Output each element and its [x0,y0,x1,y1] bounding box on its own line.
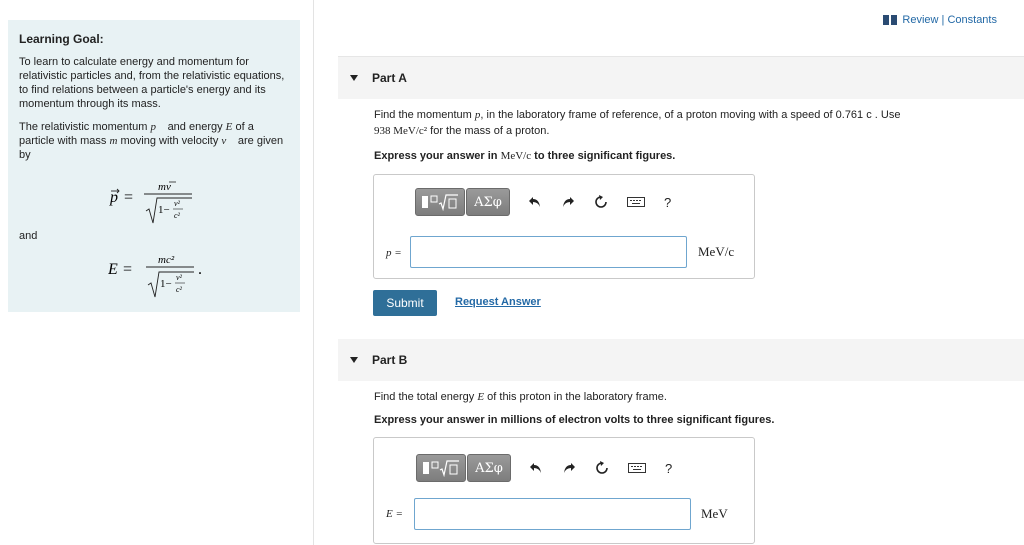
momentum-symbol: p⃗ [150,121,165,133]
velocity-symbol: v⃗ [221,135,235,147]
svg-text:c²: c² [174,211,181,220]
and-text: and [19,230,38,242]
mass-symbol: m [109,135,118,147]
energy-symbol: E [225,121,233,133]
svg-text:p: p [109,189,118,206]
reset-icon[interactable] [593,194,609,210]
svg-text:c²: c² [176,285,183,294]
svg-text:=: = [123,261,132,278]
part-b-instruction: Express your answer in millions of elect… [374,414,775,426]
energy-unit: MeV [701,506,728,521]
part-b-header[interactable]: Part B [338,339,1024,381]
templates-button[interactable] [415,188,465,216]
answer-label-e: E = [386,508,403,520]
panel-divider [313,0,314,545]
svg-text:1−: 1− [160,278,172,290]
part-b-answer-box: ΑΣφ ? E = MeV [373,437,755,544]
svg-text:v²: v² [174,199,181,208]
help-icon[interactable]: ? [664,195,671,210]
svg-text:1−: 1− [158,204,170,216]
part-a-question: Find the momentum p, in the laboratory f… [374,109,901,137]
svg-text:E: E [108,261,118,278]
collapse-triangle-icon[interactable] [350,357,358,363]
review-constants-label[interactable]: Review | Constants [902,14,997,26]
math-toolbar: ΑΣφ ? [415,188,671,216]
review-constants-link[interactable]: Review | Constants [883,14,997,26]
momentum-formula: p = mv 1− v² c² [109,181,192,224]
learning-goal-title: Learning Goal: [19,32,104,46]
part-b-question: Find the total energy E of this proton i… [374,391,667,403]
momentum-unit: MeV/c [698,244,735,259]
redo-icon[interactable] [560,194,576,210]
collapse-triangle-icon[interactable] [350,75,358,81]
part-a-answer-box: ΑΣφ ? p = MeV/c [373,174,755,279]
undo-icon[interactable] [527,194,543,210]
part-a-instruction: Express your answer in MeV/c to three si… [374,150,676,162]
submit-button[interactable]: Submit [373,290,437,316]
math-toolbar-b: ΑΣφ ? [416,454,672,482]
symbols-button-b[interactable]: ΑΣφ [467,454,511,482]
keyboard-icon[interactable] [627,460,647,476]
book-icon [883,15,898,25]
redo-icon[interactable] [561,460,577,476]
templates-button-b[interactable] [416,454,466,482]
learning-goal-definitions: The relativistic momentum p⃗ and energy … [19,121,284,161]
part-a-header[interactable]: Part A [338,57,1024,99]
part-a-title: Part A [372,71,407,85]
learning-goal-text: To learn to calculate energy and momentu… [19,56,285,110]
energy-answer-input[interactable] [414,498,691,530]
part-b-title: Part B [372,353,408,367]
undo-icon[interactable] [528,460,544,476]
svg-text:.: . [198,261,202,278]
energy-formula: E = mc² 1− v² c² . [108,254,202,298]
learning-goal-panel: Learning Goal: To learn to calculate ene… [8,20,300,312]
svg-text:mv: mv [158,181,171,193]
help-icon[interactable]: ? [665,461,672,476]
answer-label-p: p = [386,247,402,259]
momentum-answer-input[interactable] [410,236,687,268]
templates-icon [422,194,458,211]
reset-icon[interactable] [594,460,610,476]
svg-text:mc²: mc² [158,254,175,266]
symbols-button[interactable]: ΑΣφ [466,188,510,216]
templates-icon [423,460,459,477]
request-answer-link[interactable]: Request Answer [455,296,541,308]
keyboard-icon[interactable] [626,194,646,210]
svg-text:=: = [124,189,133,206]
svg-text:v²: v² [176,273,183,282]
